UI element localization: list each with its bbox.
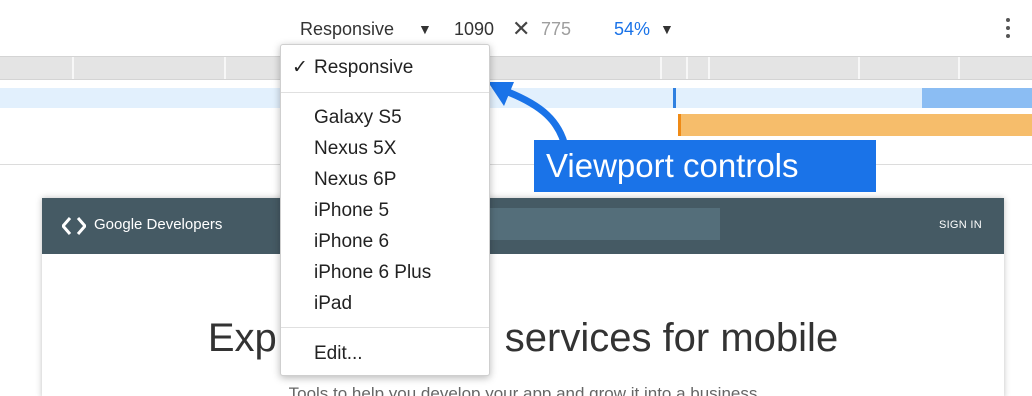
media-query-bar-max-width-end[interactable] bbox=[922, 88, 1032, 108]
emulated-page[interactable]: Google Developers SIGN IN Exp services fo… bbox=[42, 198, 1004, 396]
device-mode-view: Responsive ▼ 1090 ✕ 775 54% ▼ Google Dev… bbox=[0, 0, 1032, 396]
menu-item-nexus-5x[interactable]: Nexus 5X bbox=[281, 133, 489, 163]
menu-item-label: iPhone 6 bbox=[314, 231, 390, 252]
checkmark-icon: ✓ bbox=[292, 57, 308, 78]
more-vert-icon[interactable] bbox=[1000, 16, 1016, 40]
ruler-segment bbox=[224, 57, 226, 79]
ruler-segment bbox=[858, 57, 860, 79]
site-header: Google Developers SIGN IN bbox=[42, 198, 1004, 254]
device-select-label[interactable]: Responsive bbox=[300, 19, 394, 40]
menu-item-label: Nexus 6P bbox=[314, 169, 397, 190]
sign-in-link[interactable]: SIGN IN bbox=[939, 219, 982, 231]
ruler-segment bbox=[958, 57, 960, 79]
device-toolbar: Responsive ▼ 1090 ✕ 775 54% ▼ bbox=[0, 0, 1032, 52]
menu-item-label: Edit... bbox=[314, 343, 363, 364]
menu-item-label: Responsive bbox=[314, 57, 414, 78]
menu-item-edit[interactable]: Edit... bbox=[281, 338, 489, 368]
zoom-select[interactable]: 54% bbox=[614, 19, 650, 40]
ruler-segment bbox=[708, 57, 710, 79]
media-query-bar-range[interactable] bbox=[678, 114, 1032, 136]
width-input[interactable]: 1090 bbox=[454, 19, 494, 40]
menu-item-responsive[interactable]: ✓ Responsive bbox=[281, 52, 489, 82]
menu-item-iphone-5[interactable]: iPhone 5 bbox=[281, 195, 489, 225]
menu-item-nexus-6p[interactable]: Nexus 6P bbox=[281, 164, 489, 194]
menu-item-label: Nexus 5X bbox=[314, 138, 397, 159]
chevron-down-icon[interactable]: ▼ bbox=[418, 21, 432, 37]
google-developers-logo-icon[interactable] bbox=[62, 217, 86, 235]
hero-title: Exp services for mobile bbox=[42, 316, 1004, 361]
menu-item-ipad[interactable]: iPad bbox=[281, 288, 489, 318]
chevron-down-icon[interactable]: ▼ bbox=[660, 21, 674, 37]
menu-separator bbox=[281, 327, 489, 328]
menu-item-iphone-6[interactable]: iPhone 6 bbox=[281, 226, 489, 256]
ruler-segment bbox=[660, 57, 662, 79]
ruler-segment bbox=[72, 57, 74, 79]
site-logo-text[interactable]: Google Developers bbox=[94, 216, 222, 233]
hero-subtitle: Tools to help you develop your app and g… bbox=[288, 384, 758, 396]
menu-item-label: iPad bbox=[314, 293, 353, 314]
height-input[interactable]: 775 bbox=[541, 19, 571, 40]
menu-item-label: iPhone 5 bbox=[314, 200, 390, 221]
media-query-marker bbox=[678, 114, 681, 136]
ruler-segment bbox=[686, 57, 688, 79]
media-query-marker bbox=[673, 88, 676, 108]
menu-separator bbox=[281, 92, 489, 93]
menu-item-label: iPhone 6 Plus bbox=[314, 262, 432, 283]
divider bbox=[0, 164, 1032, 165]
menu-item-iphone-6-plus[interactable]: iPhone 6 Plus bbox=[281, 257, 489, 287]
menu-item-label: Galaxy S5 bbox=[314, 107, 402, 128]
hero-title-right: services for mobile bbox=[504, 316, 839, 360]
site-search-box[interactable] bbox=[482, 208, 720, 240]
hero-title-left: Exp bbox=[207, 316, 277, 360]
dimension-separator: ✕ bbox=[512, 16, 531, 41]
viewport-controls-callout: Viewport controls bbox=[534, 140, 876, 192]
device-dropdown-menu: ✓ Responsive Galaxy S5 Nexus 5X Nexus 6P… bbox=[280, 44, 490, 376]
menu-item-galaxy-s5[interactable]: Galaxy S5 bbox=[281, 102, 489, 132]
